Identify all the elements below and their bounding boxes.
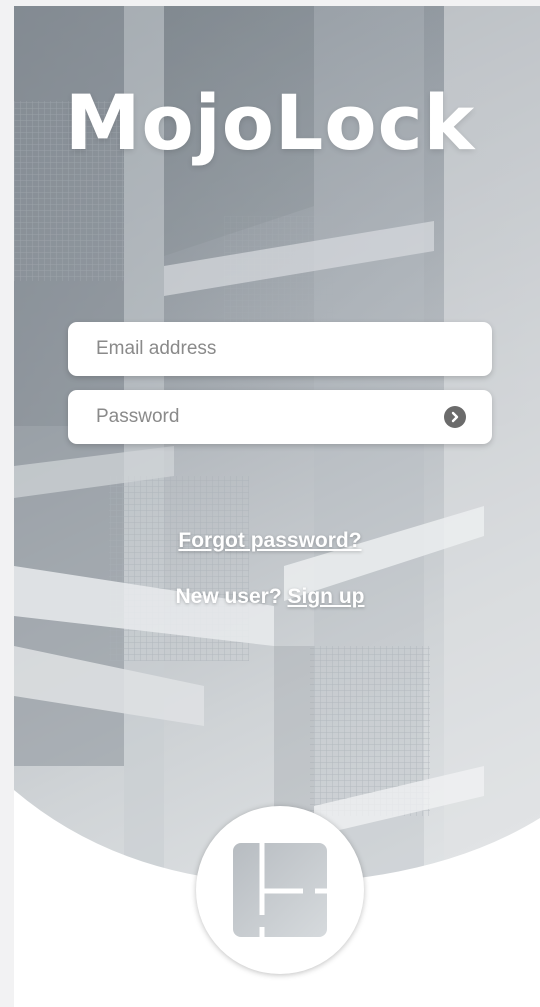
login-screen: MojoLock Forgot password? New user? Sign… <box>0 0 540 1007</box>
floorplan-badge <box>196 806 364 974</box>
floorplan-icon <box>233 843 327 937</box>
